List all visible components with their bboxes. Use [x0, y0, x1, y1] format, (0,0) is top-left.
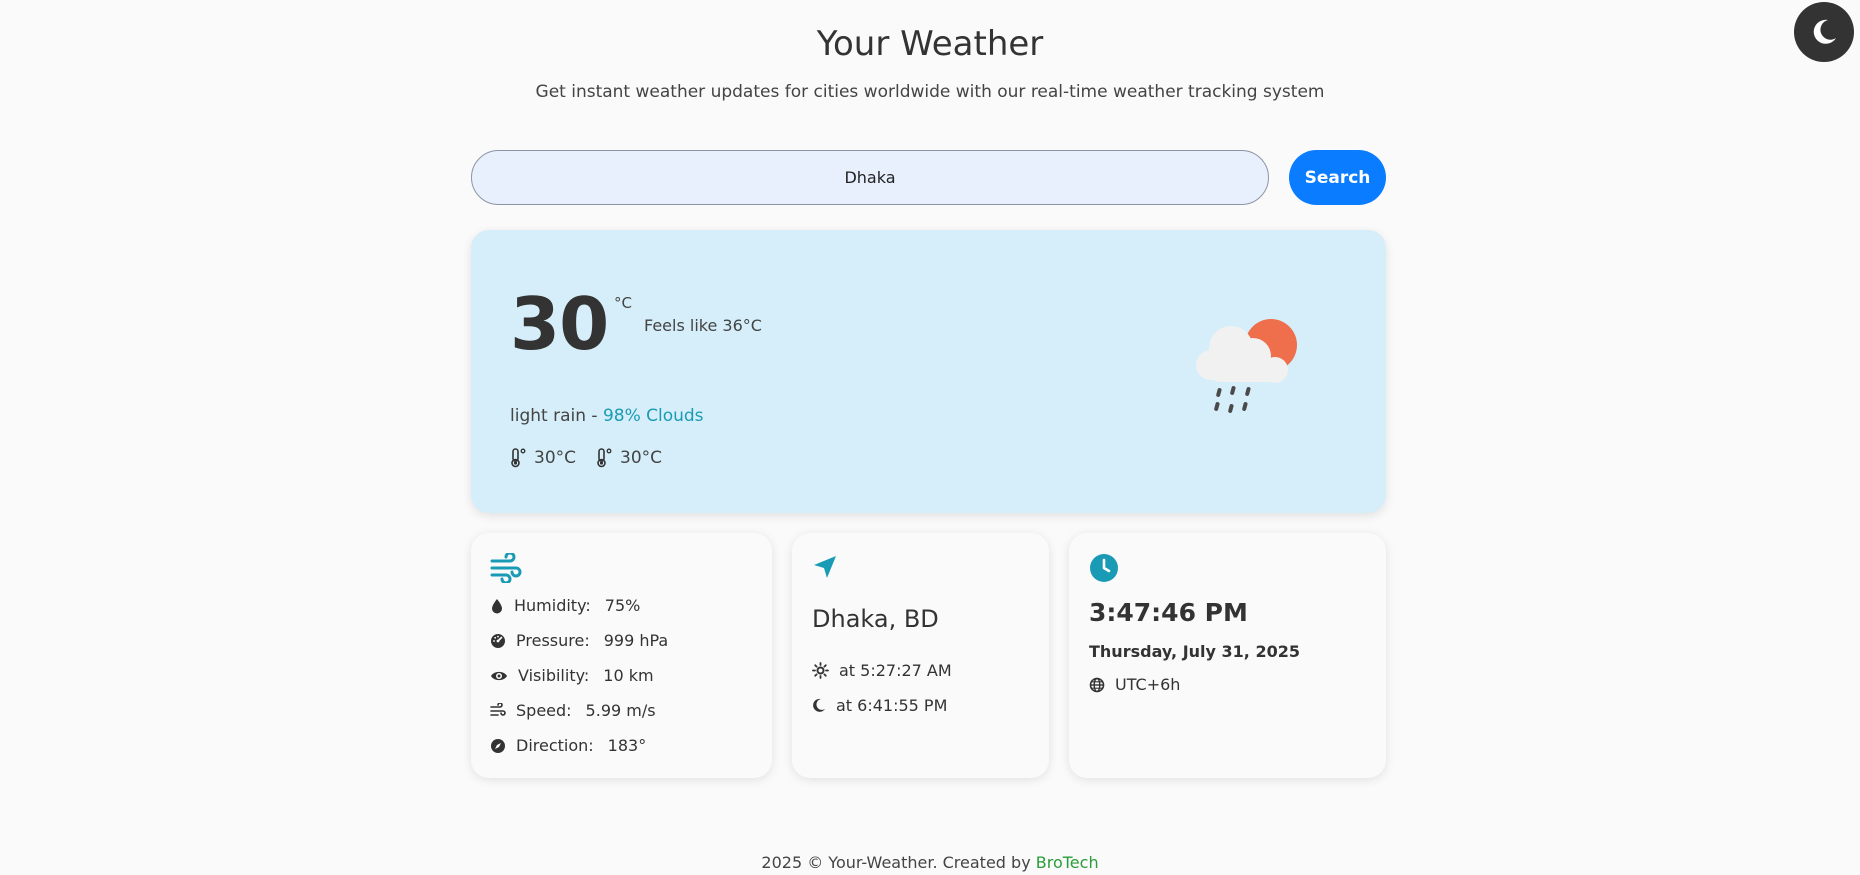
- sunrise-row: at 5:27:27 AM: [812, 661, 952, 680]
- visibility-label: Visibility:: [518, 666, 590, 685]
- footer: 2025 © Your-Weather. Created by BroTech: [0, 853, 1860, 872]
- pressure-label: Pressure:: [516, 631, 590, 650]
- min-temp-value: 30°C: [534, 448, 577, 468]
- condition-text: light rain -: [510, 406, 603, 426]
- droplet-icon: [492, 598, 502, 613]
- city-search-input[interactable]: [471, 150, 1269, 205]
- current-date: Thursday, July 31, 2025: [1089, 642, 1300, 661]
- wind-direction-row: Direction: 183°: [490, 736, 646, 755]
- temperature-unit: °C: [614, 294, 632, 312]
- direction-label: Direction:: [516, 736, 594, 755]
- max-temp-value: 30°C: [620, 448, 663, 468]
- timezone-value: UTC+6h: [1115, 675, 1181, 694]
- pressure-value: 999 hPa: [603, 631, 669, 650]
- time-card: 3:47:46 PM Thursday, July 31, 2025 UTC+6…: [1069, 533, 1386, 778]
- min-temp: 30°C: [510, 448, 576, 468]
- globe-icon: [1089, 677, 1105, 692]
- feels-like-text: Feels like 36°C: [644, 316, 762, 335]
- humidity-label: Humidity:: [514, 596, 591, 615]
- location-name: Dhaka, BD: [812, 605, 939, 633]
- timezone-row: UTC+6h: [1089, 675, 1180, 694]
- humidity-value: 75%: [604, 596, 641, 615]
- speed-value: 5.99 m/s: [585, 701, 656, 720]
- thermometer-icon: [511, 448, 526, 468]
- page-title: Your Weather: [816, 24, 1044, 64]
- compass-icon: [491, 738, 505, 753]
- sunset-row: at 6:41:55 PM: [812, 696, 947, 715]
- location-arrow-icon: [814, 556, 836, 578]
- temperature-value: 30: [510, 282, 609, 366]
- current-time: 3:47:46 PM: [1089, 598, 1248, 627]
- max-temp: 30°C: [596, 448, 662, 468]
- sun-icon: [812, 662, 829, 679]
- sunset-time: at 6:41:55 PM: [836, 696, 948, 715]
- visibility-row: Visibility: 10 km: [490, 666, 654, 685]
- speed-label: Speed:: [516, 701, 572, 720]
- min-max-temps: 30°C 30°C: [510, 448, 662, 468]
- moon-icon: [813, 698, 825, 712]
- gauge-icon: [491, 633, 505, 648]
- humidity-row: Humidity: 75%: [490, 596, 640, 615]
- cloud-rain-sun-icon: [1196, 319, 1297, 413]
- eye-icon: [491, 671, 507, 680]
- weather-details-card: Humidity: 75% Pressure: 999 hPa Visibili…: [471, 533, 772, 778]
- clock-icon: [1090, 554, 1118, 582]
- footer-text: 2025 © Your-Weather. Created by: [761, 853, 1036, 872]
- clouds-text: 98% Clouds: [602, 406, 704, 426]
- weather-condition: light rain - 98% Clouds: [510, 406, 704, 426]
- footer-brand-link[interactable]: BroTech: [1036, 853, 1099, 872]
- wind-speed-row: Speed: 5.99 m/s: [490, 701, 656, 720]
- page-subtitle: Get instant weather updates for cities w…: [535, 82, 1325, 102]
- current-weather-card: 30 °C Feels like 36°C light rain - 98% C…: [471, 230, 1386, 513]
- location-card: Dhaka, BD at 5:27:27 AM at 6:41:55 PM: [792, 533, 1049, 778]
- pressure-row: Pressure: 999 hPa: [490, 631, 668, 650]
- sunrise-time: at 5:27:27 AM: [839, 661, 952, 680]
- search-button[interactable]: Search: [1289, 150, 1386, 205]
- direction-value: 183°: [607, 736, 647, 755]
- weather-app: Your Weather Get instant weather updates…: [0, 0, 1860, 875]
- thermometer-icon: [597, 448, 612, 468]
- wind-icon: [490, 553, 522, 583]
- wind-icon: [490, 703, 506, 716]
- visibility-value: 10 km: [603, 666, 654, 685]
